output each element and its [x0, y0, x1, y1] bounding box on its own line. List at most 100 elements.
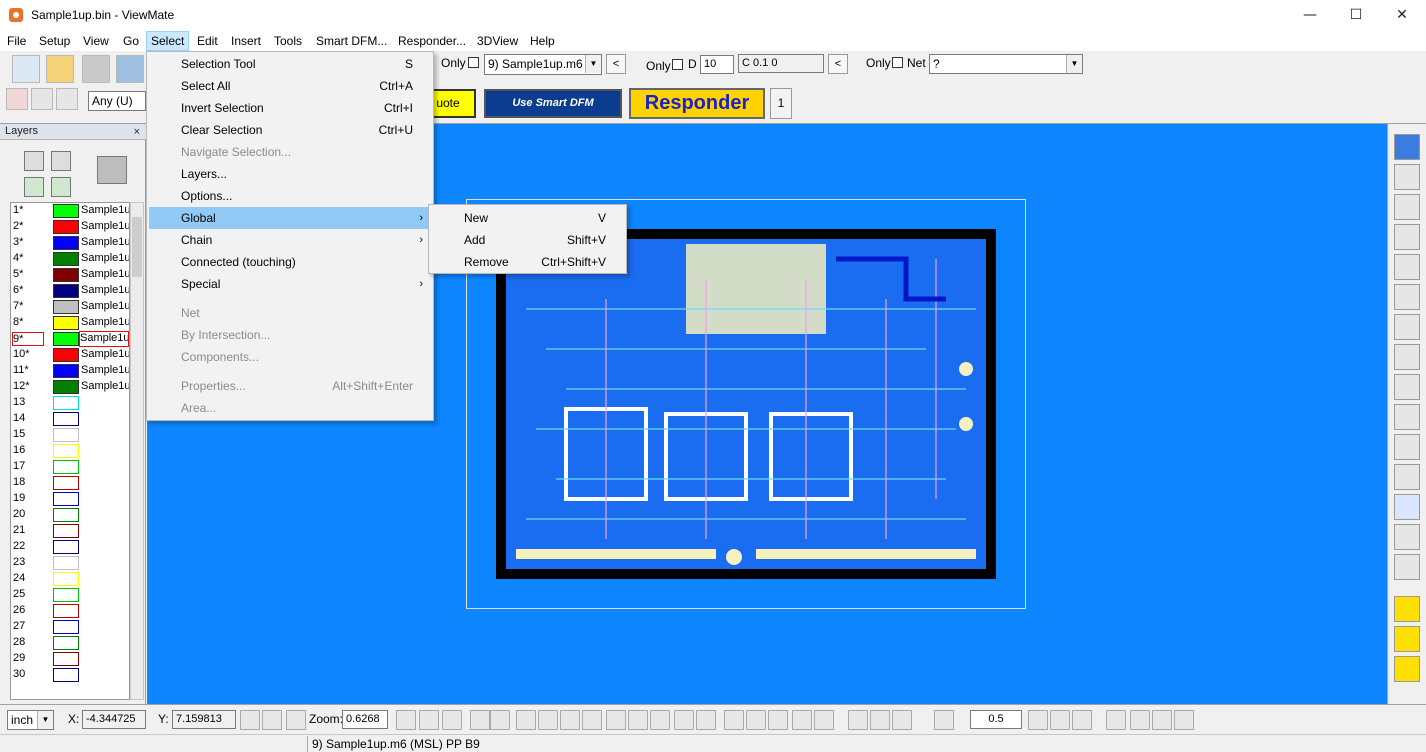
light-bulb-icon[interactable] [870, 710, 890, 730]
dcode-input[interactable]: 10 [700, 55, 734, 74]
layer-row[interactable]: 18 [11, 475, 129, 491]
scrollbar-thumb[interactable] [132, 217, 142, 277]
layer-row[interactable]: 23 [11, 555, 129, 571]
component-icon[interactable] [606, 710, 626, 730]
layer-color-swatch[interactable] [53, 428, 79, 442]
select-box-icon[interactable] [1152, 710, 1172, 730]
global-menu-item-add[interactable]: Add Shift+V [431, 229, 626, 251]
menu-tools[interactable]: Tools [270, 31, 306, 51]
dotted-line-icon[interactable] [1072, 710, 1092, 730]
layer-row[interactable]: 21 [11, 523, 129, 539]
trace-icon[interactable] [724, 710, 744, 730]
menu-edit[interactable]: Edit [193, 31, 222, 51]
trace-icon[interactable] [792, 710, 812, 730]
toolbar-one-button[interactable]: 1 [770, 88, 792, 119]
layer-row[interactable]: 25 [11, 587, 129, 603]
pad-icon[interactable] [1394, 224, 1420, 250]
dot-grid-icon[interactable] [1028, 710, 1048, 730]
pad-icon[interactable] [1394, 254, 1420, 280]
route-icon[interactable] [1394, 164, 1420, 190]
layer-row[interactable]: 10* Sample1u [11, 347, 129, 363]
component-icon[interactable] [628, 710, 648, 730]
select-tool-icon[interactable] [6, 88, 28, 110]
maximize-button[interactable]: ☐ [1333, 0, 1379, 31]
net-combo[interactable]: ? ▼ [929, 54, 1083, 74]
layer-row[interactable]: 17 [11, 459, 129, 475]
responder-button[interactable]: Responder [629, 88, 765, 119]
layer-color-swatch[interactable] [53, 588, 79, 602]
select-menu-item-global[interactable]: Global › [149, 207, 433, 229]
route-icon[interactable] [1394, 404, 1420, 430]
layer-row[interactable]: 29 [11, 651, 129, 667]
select-menu-item-chain[interactable]: Chain › [149, 229, 433, 251]
component-icon[interactable] [560, 710, 580, 730]
layer-row[interactable]: 13 [11, 395, 129, 411]
anchor-icon[interactable] [1050, 710, 1070, 730]
move-down-arrow-icon[interactable] [24, 177, 44, 197]
layer-color-swatch[interactable] [53, 524, 79, 538]
layer-color-swatch[interactable] [53, 492, 79, 506]
draw-line-icon[interactable] [56, 88, 78, 110]
layer-row[interactable]: 9* Sample1u [11, 331, 129, 347]
any-filter-combo[interactable]: Any (U) [88, 91, 146, 111]
angle-icon[interactable] [240, 710, 260, 730]
layer-bracket-icon[interactable] [24, 151, 44, 171]
select-box-icon[interactable] [1174, 710, 1194, 730]
layer-row[interactable]: 27 [11, 619, 129, 635]
grid-red-icon[interactable] [490, 710, 510, 730]
prev-dcode-button[interactable]: < [828, 54, 848, 74]
global-menu-item-new[interactable]: New V [431, 207, 626, 229]
layer-color-swatch[interactable] [53, 668, 79, 682]
layer-color-swatch[interactable] [53, 396, 79, 410]
flash-circle-icon[interactable] [1394, 596, 1420, 622]
cross-out-icon[interactable] [1394, 494, 1420, 520]
zoom-input[interactable]: 0.6268 [342, 710, 388, 729]
layer-color-swatch[interactable] [53, 476, 79, 490]
menu-file[interactable]: File [3, 31, 30, 51]
layer-color-swatch[interactable] [53, 252, 79, 266]
zoom-out-icon[interactable] [442, 710, 462, 730]
save-disk-icon[interactable] [82, 55, 110, 83]
trace-icon[interactable] [814, 710, 834, 730]
use-smart-dfm-button[interactable]: Use Smart DFM [484, 89, 622, 118]
units-combo[interactable]: inch ▼ [7, 710, 54, 730]
select-menu-item-options[interactable]: Options... [149, 185, 433, 207]
layer-color-swatch[interactable] [53, 236, 79, 250]
move-up-arrow-icon[interactable] [51, 177, 71, 197]
layer-color-swatch[interactable] [53, 572, 79, 586]
trace-icon[interactable] [768, 710, 788, 730]
menu-setup[interactable]: Setup [35, 31, 74, 51]
route-icon[interactable] [1394, 434, 1420, 460]
layer-row[interactable]: 15 [11, 427, 129, 443]
close-button[interactable]: ✕ [1379, 0, 1425, 31]
layer-color-swatch[interactable] [53, 636, 79, 650]
layer-color-swatch[interactable] [53, 412, 79, 426]
layer-row[interactable]: 14 [11, 411, 129, 427]
layer-color-swatch[interactable] [53, 604, 79, 618]
menu-view[interactable]: View [79, 31, 113, 51]
layer-row[interactable]: 30 [11, 667, 129, 683]
grid-red-icon[interactable] [470, 710, 490, 730]
menu-select[interactable]: Select [146, 31, 190, 51]
layer-stack-icon[interactable] [97, 156, 127, 184]
menu-3dview[interactable]: 3DView [473, 31, 522, 51]
layer-row[interactable]: 22 [11, 539, 129, 555]
component-icon[interactable] [516, 710, 536, 730]
layer-row[interactable]: 2* Sample1u [11, 219, 129, 235]
only-checkbox-3[interactable] [892, 57, 903, 68]
select-menu-item-selection-tool[interactable]: Selection Tool S [149, 53, 433, 75]
layer-color-swatch[interactable] [53, 508, 79, 522]
draw-line-icon[interactable] [1394, 626, 1420, 652]
menu-smart-dfm[interactable]: Smart DFM... [312, 31, 391, 51]
layer-list[interactable]: 1* Sample1u 2* Sample1u 3* Sample1u 4* Sample1u… [10, 202, 130, 700]
diagonal-icon[interactable] [674, 710, 694, 730]
layer-row[interactable]: 5* Sample1u [11, 267, 129, 283]
layer-color-swatch[interactable] [53, 556, 79, 570]
layer-row[interactable]: 8* Sample1u [11, 315, 129, 331]
layer-row[interactable]: 16 [11, 443, 129, 459]
layer-color-swatch[interactable] [53, 652, 79, 666]
grid-icon[interactable] [934, 710, 954, 730]
layer-row[interactable]: 7* Sample1u [11, 299, 129, 315]
pointer-arrow-icon[interactable] [1394, 134, 1420, 160]
layer-color-swatch[interactable] [53, 268, 79, 282]
